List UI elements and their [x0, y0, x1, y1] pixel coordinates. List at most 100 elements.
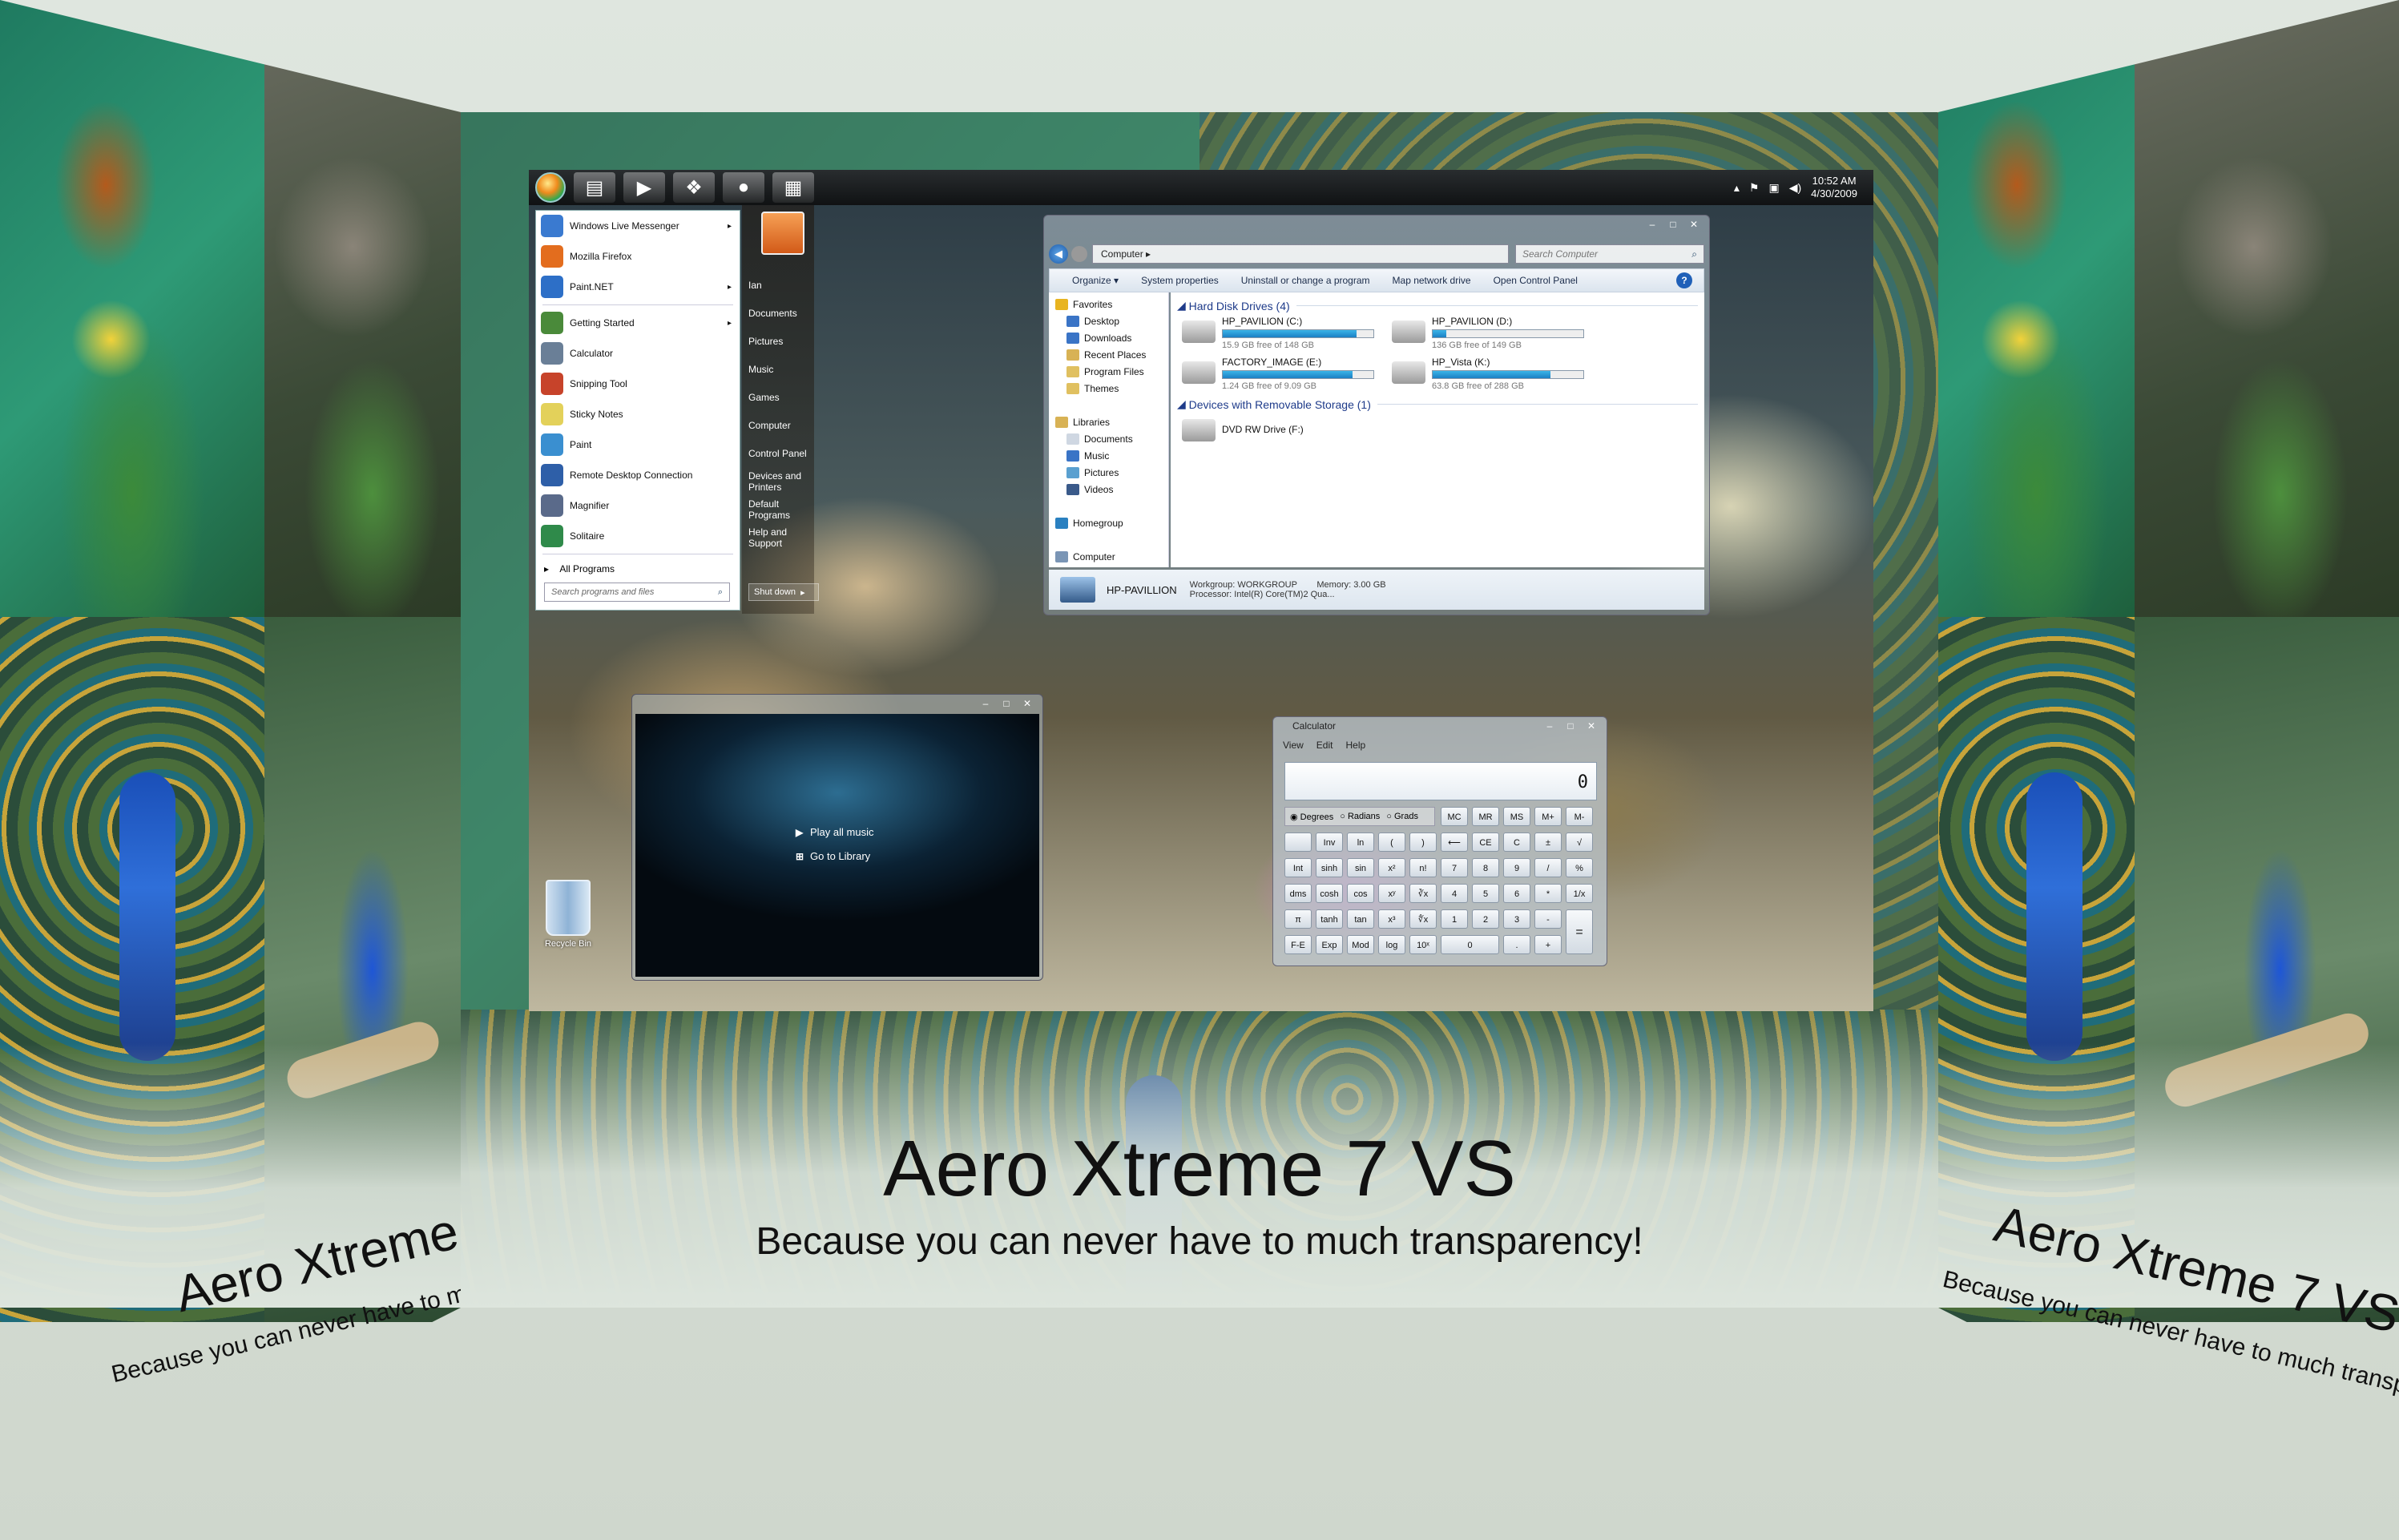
nav-item[interactable]: Desktop [1049, 312, 1168, 329]
explorer-search-input[interactable]: Search Computer ⌕ [1515, 244, 1704, 264]
calculator-key[interactable]: . [1503, 935, 1530, 954]
calculator-key[interactable]: - [1534, 909, 1562, 929]
maximize-button[interactable]: □ [996, 696, 1017, 711]
start-menu-item[interactable]: Getting Started ▸ [536, 308, 740, 338]
calculator-key[interactable]: ± [1534, 832, 1562, 852]
start-menu-item[interactable]: Mozilla Firefox [536, 241, 740, 272]
drive-item[interactable]: HP_Vista (K:) 63.8 GB free of 288 GB [1392, 357, 1597, 391]
calculator-key[interactable]: n! [1409, 858, 1437, 877]
calculator-key[interactable]: M- [1566, 807, 1593, 826]
removable-group-header[interactable]: ◢ Devices with Removable Storage (1) [1177, 397, 1698, 411]
calculator-key[interactable]: dms [1284, 884, 1312, 903]
calculator-key[interactable]: 10ˣ [1409, 935, 1437, 954]
start-search-input[interactable]: Search programs and files ⌕ [544, 583, 730, 602]
address-bar[interactable]: Computer ▸ [1092, 244, 1509, 264]
explorer-taskbar-button[interactable]: ▤ [574, 172, 615, 203]
calculator-key[interactable]: x² [1378, 858, 1405, 877]
calculator-key[interactable]: cosh [1316, 884, 1343, 903]
start-menu-item[interactable]: Solitaire [536, 521, 740, 551]
show-hidden-icons-icon[interactable]: ▴ [1734, 181, 1740, 195]
start-menu-item[interactable]: Windows Live Messenger ▸ [536, 211, 740, 241]
user-picture[interactable] [761, 212, 804, 255]
nav-item[interactable]: Homegroup [1049, 514, 1168, 531]
hard-disk-group-header[interactable]: ◢ Hard Disk Drives (4) [1177, 299, 1698, 312]
calculator-key[interactable]: MS [1503, 807, 1530, 826]
calculator-key[interactable]: MR [1472, 807, 1499, 826]
command-button[interactable]: Uninstall or change a program [1241, 275, 1370, 286]
minimize-button[interactable]: – [1642, 217, 1663, 232]
clock[interactable]: 10:52 AM 4/30/2009 [1811, 175, 1857, 200]
calculator-key[interactable]: CE [1472, 832, 1499, 852]
start-menu-link[interactable]: Ian [742, 271, 814, 299]
nav-item[interactable]: Pictures [1049, 464, 1168, 481]
drive-item[interactable]: FACTORY_IMAGE (E:) 1.24 GB free of 9.09 G… [1182, 357, 1387, 391]
angle-unit-radio[interactable]: ○ Grads [1386, 812, 1418, 821]
drive-item[interactable]: HP_PAVILION (D:) 136 GB free of 149 GB [1392, 316, 1597, 350]
network-icon[interactable]: ▣ [1768, 181, 1779, 195]
command-button[interactable]: Open Control Panel [1494, 275, 1578, 286]
angle-unit-radio[interactable]: ◉ Degrees [1290, 812, 1333, 822]
calculator-key[interactable]: ∜x [1409, 909, 1437, 929]
calculator-key[interactable]: 3 [1503, 909, 1530, 929]
calculator-key[interactable]: ln [1347, 832, 1374, 852]
all-programs-button[interactable]: ▸ All Programs [536, 557, 740, 581]
calculator-key[interactable]: sinh [1316, 858, 1343, 877]
calculator-key[interactable]: 0 [1441, 935, 1499, 954]
calculator-key[interactable]: ) [1409, 832, 1437, 852]
help-icon[interactable]: ? [1676, 272, 1692, 288]
start-menu-link[interactable]: Control Panel [742, 439, 814, 467]
calculator-key[interactable]: x³ [1378, 909, 1405, 929]
start-menu-item[interactable]: Remote Desktop Connection [536, 460, 740, 490]
forward-button[interactable] [1071, 246, 1087, 262]
calculator-key[interactable]: F-E [1284, 935, 1312, 954]
firefox-taskbar-button[interactable]: ● [723, 172, 764, 203]
calculator-key[interactable]: √ [1566, 832, 1593, 852]
calculator-key[interactable]: % [1566, 858, 1593, 877]
calculator-key[interactable]: Inv [1316, 832, 1343, 852]
start-menu-link[interactable]: Music [742, 355, 814, 383]
nav-item[interactable]: Documents [1049, 430, 1168, 447]
start-menu-item[interactable]: Magnifier [536, 490, 740, 521]
start-menu-item[interactable]: Paint.NET ▸ [536, 272, 740, 302]
nav-item[interactable]: Themes [1049, 380, 1168, 397]
calculator-key[interactable]: π [1284, 909, 1312, 929]
calculator-key[interactable]: sin [1347, 858, 1374, 877]
getting-started-taskbar-button[interactable]: ❖ [673, 172, 715, 203]
start-menu-item[interactable]: Snipping Tool [536, 369, 740, 399]
nav-item[interactable]: Recent Places [1049, 346, 1168, 363]
volume-icon[interactable]: ◀) [1789, 181, 1801, 195]
calculator-key[interactable]: C [1503, 832, 1530, 852]
calculator-key[interactable] [1284, 832, 1312, 852]
command-button[interactable]: Map network drive [1393, 275, 1471, 286]
maximize-button[interactable]: □ [1663, 217, 1683, 232]
action-center-icon[interactable]: ⚑ [1749, 181, 1760, 195]
calculator-key[interactable]: Int [1284, 858, 1312, 877]
start-menu-link[interactable]: Default Programs [742, 495, 814, 523]
nav-item[interactable]: Computer [1049, 548, 1168, 565]
calculator-key[interactable]: 2 [1472, 909, 1499, 929]
go-to-library-button[interactable]: ⊞ Go to Library [796, 850, 870, 862]
start-orb-button[interactable] [535, 172, 566, 203]
back-button[interactable]: ◀ [1049, 244, 1068, 264]
minimize-button[interactable]: – [1539, 719, 1560, 733]
start-menu-link[interactable]: Pictures [742, 327, 814, 355]
calculator-key[interactable]: log [1378, 935, 1405, 954]
calculator-key[interactable]: cos [1347, 884, 1374, 903]
calculator-key[interactable]: + [1534, 935, 1562, 954]
drive-item[interactable]: HP_PAVILION (C:) 15.9 GB free of 148 GB [1182, 316, 1387, 350]
calculator-key[interactable]: M+ [1534, 807, 1562, 826]
calculator-key[interactable]: 8 [1472, 858, 1499, 877]
calculator-key[interactable]: tanh [1316, 909, 1343, 929]
start-menu-item[interactable]: Sticky Notes [536, 399, 740, 429]
calculator-menu[interactable]: Help [1345, 740, 1365, 751]
calculator-key[interactable]: MC [1441, 807, 1468, 826]
nav-item[interactable]: Favorites [1049, 296, 1168, 312]
nav-item[interactable]: Downloads [1049, 329, 1168, 346]
calculator-key[interactable]: tan [1347, 909, 1374, 929]
calculator-key[interactable]: / [1534, 858, 1562, 877]
calculator-key[interactable]: ∛x [1409, 884, 1437, 903]
calculator-key[interactable]: 9 [1503, 858, 1530, 877]
start-menu-item[interactable]: Calculator [536, 338, 740, 369]
calculator-key[interactable]: = [1566, 909, 1593, 954]
start-menu-link[interactable]: Devices and Printers [742, 467, 814, 495]
